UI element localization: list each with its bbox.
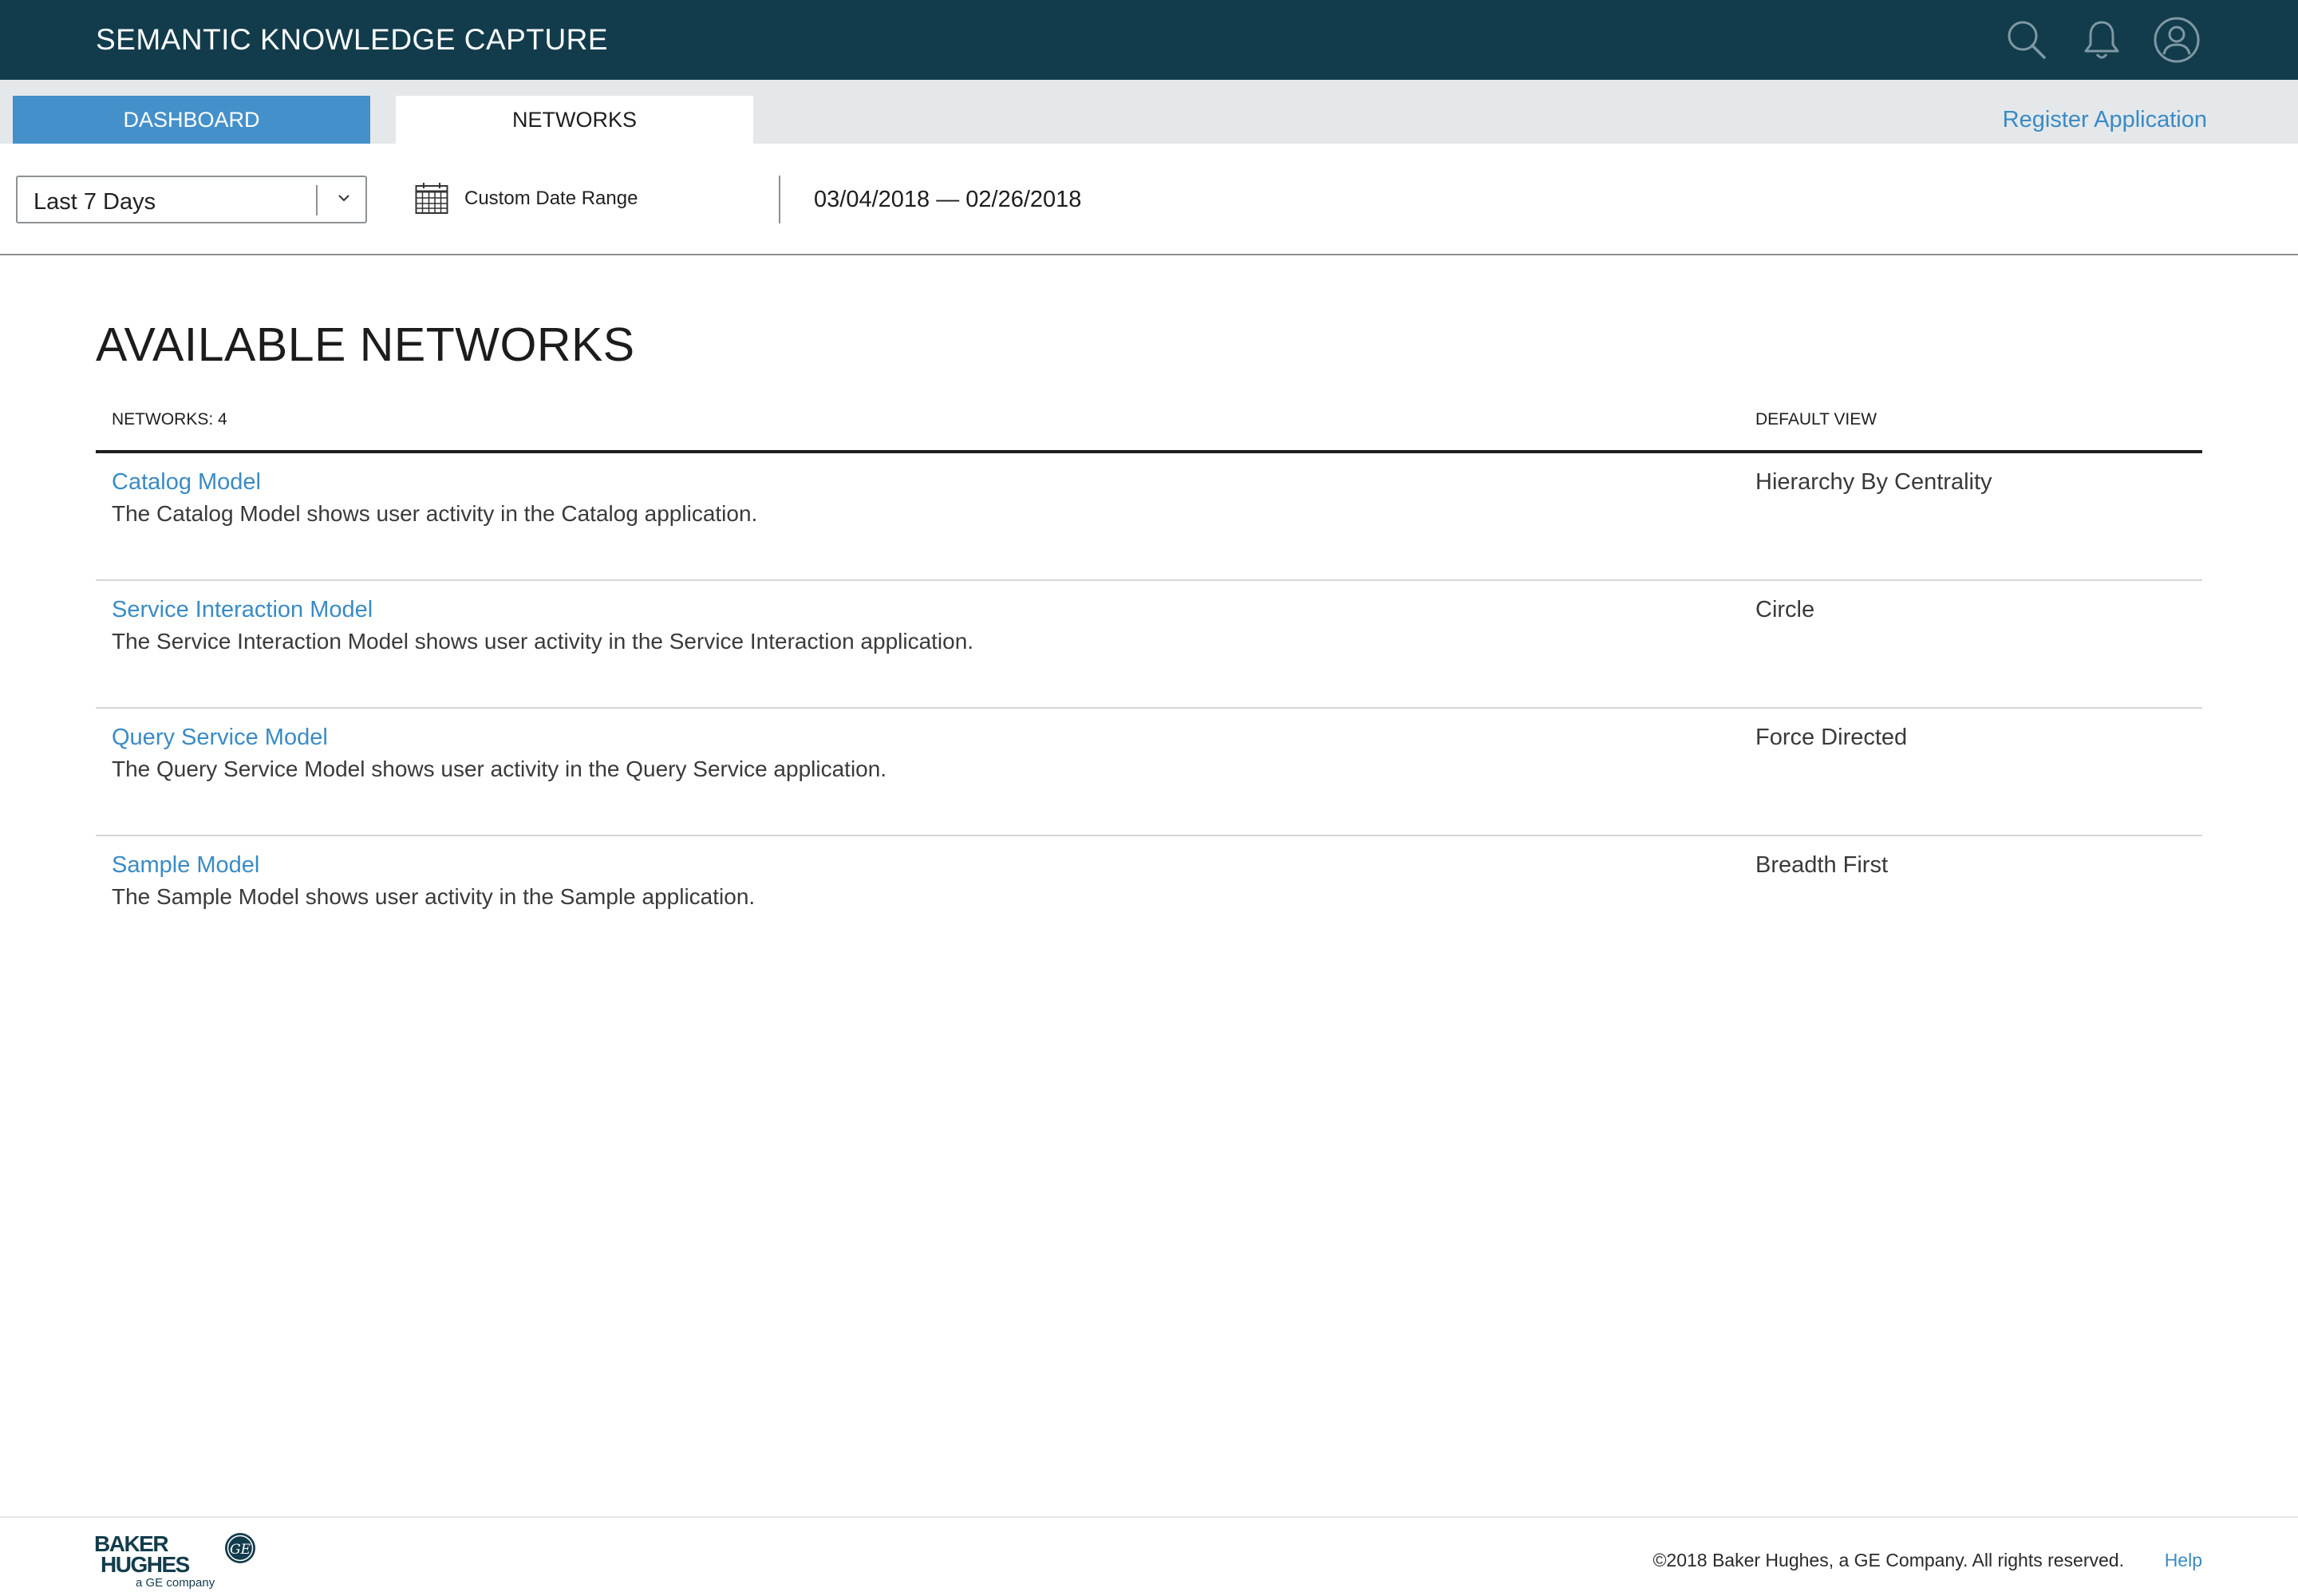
networks-table: NETWORKS: 4 DEFAULT VIEW Catalog Model T… <box>96 399 2202 964</box>
chevron-down-icon[interactable] <box>332 187 356 211</box>
calendar-icon <box>415 183 448 215</box>
table-row: Service Interaction Model The Service In… <box>96 581 2202 709</box>
network-default-view: Circle <box>1755 597 1815 622</box>
copyright-text: ©2018 Baker Hughes, a GE Company. All ri… <box>1652 1550 2124 1570</box>
ge-monogram-text: GE <box>230 1542 251 1558</box>
app-title: SEMANTIC KNOWLEDGE CAPTURE <box>96 23 609 56</box>
ge-monogram-icon: GE <box>225 1533 255 1563</box>
footer: BAKER HUGHES a GE company GE ©2018 Baker… <box>0 1516 2298 1596</box>
network-name-link[interactable]: Catalog Model <box>112 469 261 496</box>
table-header: NETWORKS: 4 DEFAULT VIEW <box>96 399 2202 453</box>
table-row: Sample Model The Sample Model shows user… <box>96 836 2202 964</box>
network-name-link[interactable]: Sample Model <box>112 852 259 879</box>
top-header-bar: SEMANTIC KNOWLEDGE CAPTURE <box>0 0 2298 80</box>
date-range-select-value: Last 7 Days <box>34 189 156 215</box>
custom-date-range-button[interactable]: Custom Date Range <box>415 182 638 215</box>
network-default-view: Hierarchy By Centrality <box>1755 469 1992 495</box>
tab-dashboard[interactable]: DASHBOARD <box>13 96 370 144</box>
network-description: The Query Service Model shows user activ… <box>112 757 887 781</box>
network-name-link[interactable]: Query Service Model <box>112 725 328 751</box>
bell-icon[interactable] <box>2078 16 2126 64</box>
default-view-header: DEFAULT VIEW <box>1755 410 1877 429</box>
search-icon[interactable] <box>2003 16 2051 64</box>
tab-networks[interactable]: NETWORKS <box>396 96 753 144</box>
network-default-view: Breadth First <box>1755 852 1888 878</box>
help-link[interactable]: Help <box>2165 1550 2202 1571</box>
table-row: Catalog Model The Catalog Model shows us… <box>96 453 2202 581</box>
logo-line-ge-company: a GE company <box>136 1576 215 1590</box>
select-divider <box>316 185 318 215</box>
register-application-link[interactable]: Register Application <box>2003 96 2207 144</box>
network-description: The Service Interaction Model shows user… <box>112 629 974 654</box>
custom-date-range-label: Custom Date Range <box>464 188 638 209</box>
network-description: The Catalog Model shows user activity in… <box>112 501 758 526</box>
network-name-link[interactable]: Service Interaction Model <box>112 597 373 623</box>
user-avatar-icon[interactable] <box>2153 16 2201 64</box>
tab-bar: DASHBOARD NETWORKS Register Application <box>0 80 2298 144</box>
selected-date-range: 03/04/2018 — 02/26/2018 <box>814 187 1082 212</box>
network-description: The Sample Model shows user activity in … <box>112 884 756 909</box>
date-range-select[interactable]: Last 7 Days <box>16 176 367 223</box>
header-actions <box>2003 13 2201 67</box>
network-default-view: Force Directed <box>1755 725 1908 750</box>
baker-hughes-logo: BAKER HUGHES a GE company GE <box>94 1527 262 1590</box>
logo-line-hughes: HUGHES <box>101 1552 190 1577</box>
filter-bar: Last 7 Days Custom Date Range 03/04/2018… <box>0 144 2298 255</box>
table-row: Query Service Model The Query Service Mo… <box>96 709 2202 836</box>
filter-divider <box>779 176 780 223</box>
networks-count-header: NETWORKS: 4 <box>112 410 227 429</box>
page-title: AVAILABLE NETWORKS <box>96 318 635 371</box>
